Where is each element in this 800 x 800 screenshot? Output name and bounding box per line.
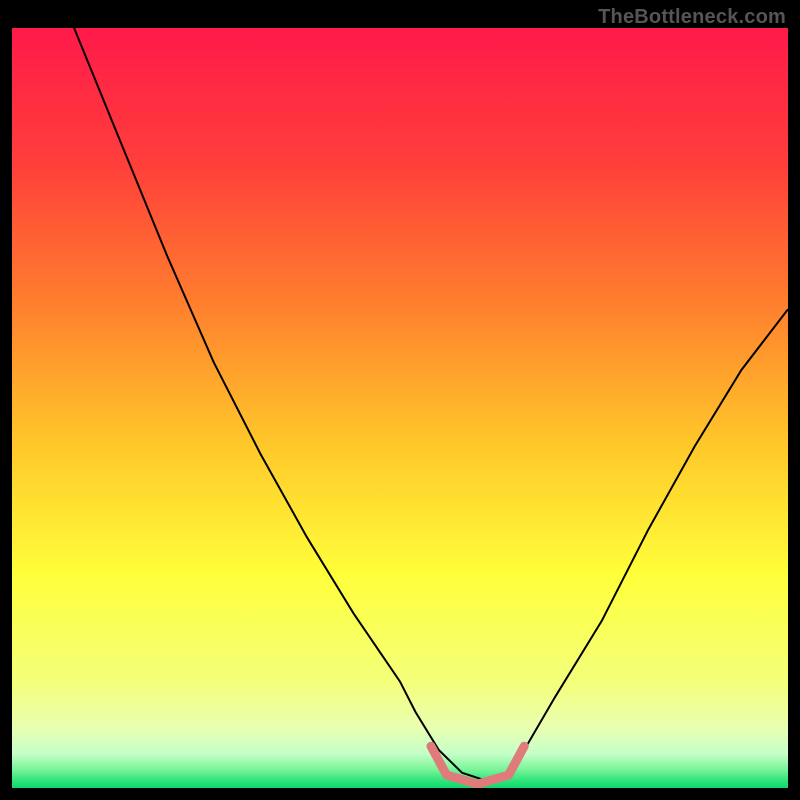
watermark-text: TheBottleneck.com [598, 6, 786, 29]
curve-layer [12, 28, 788, 788]
bottleneck-curve [74, 28, 788, 780]
stage: TheBottleneck.com [0, 0, 800, 800]
plot-area [12, 28, 788, 788]
